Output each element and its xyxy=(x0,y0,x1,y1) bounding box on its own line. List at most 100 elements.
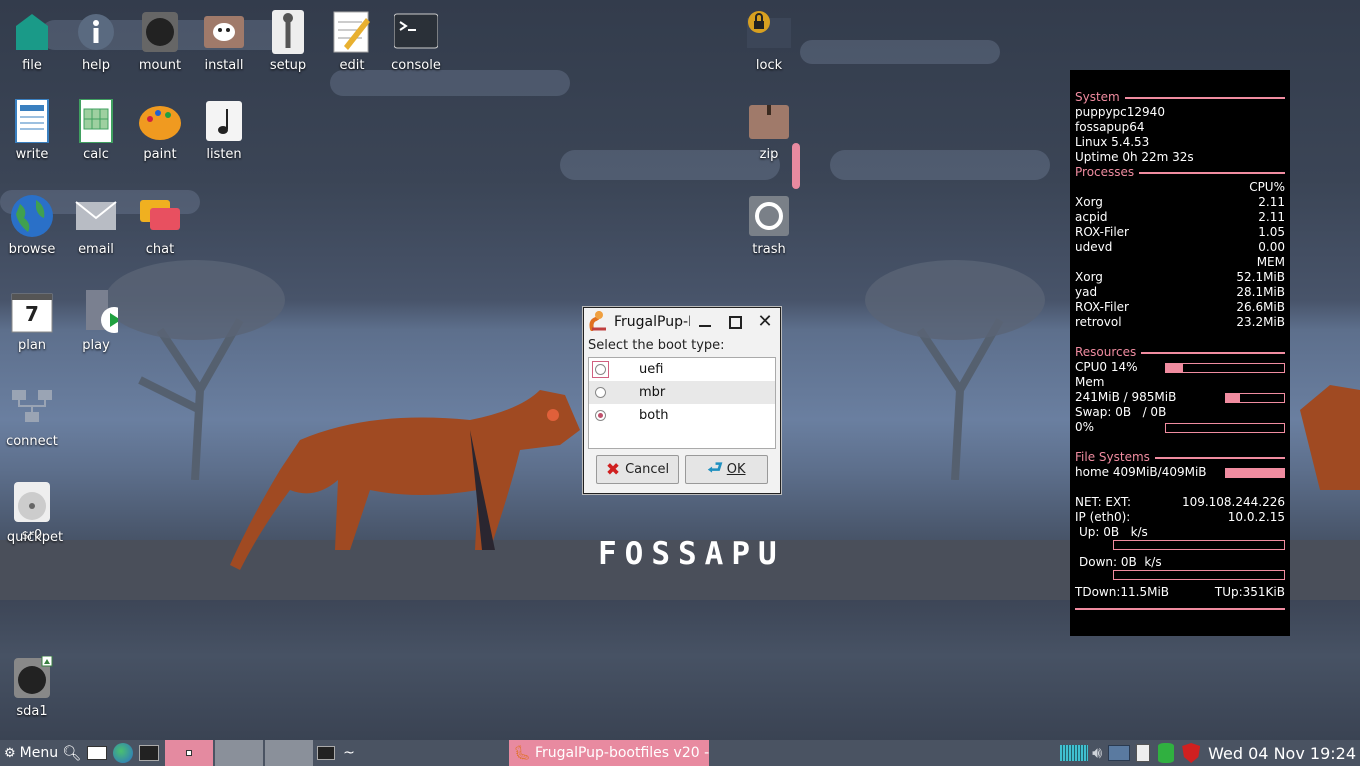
fossa-painting xyxy=(230,390,580,570)
globe-icon xyxy=(10,194,54,238)
desktop-icon-calc[interactable]: calc xyxy=(64,98,128,162)
minimize-button[interactable] xyxy=(690,310,720,334)
frugalpup-dialog: FrugalPup-I ✕ Select the boot type: uefi… xyxy=(583,307,781,494)
storage-tray[interactable] xyxy=(1158,740,1175,766)
search-launcher[interactable]: 🔍︎ xyxy=(62,740,81,766)
close-button[interactable]: ✕ xyxy=(750,310,780,334)
calendar-icon: 7 xyxy=(10,290,54,334)
option-both[interactable]: both xyxy=(589,404,775,427)
workspace-2[interactable] xyxy=(215,740,264,766)
menu-label: Menu xyxy=(19,745,59,761)
desktop-icon-label: play xyxy=(82,338,110,353)
clock[interactable]: Wed 04 Nov 19:24 xyxy=(1208,740,1356,766)
chat-bubbles-icon xyxy=(138,194,182,238)
desktop-icon-edit[interactable]: edit xyxy=(320,10,384,73)
desktop-icon-label: browse xyxy=(8,242,56,257)
conky-mem-column: MEM xyxy=(1256,255,1285,269)
ok-button[interactable]: ⮐ OK xyxy=(685,455,768,484)
conky-hostname: puppypc12940 xyxy=(1075,105,1165,119)
option-label: mbr xyxy=(639,385,666,400)
cpu-graph-tray[interactable] xyxy=(1060,740,1089,766)
firewall-tray[interactable] xyxy=(1182,740,1201,766)
drive-icon xyxy=(138,10,182,54)
desktop-icon-console[interactable]: console xyxy=(384,10,448,73)
desktop-icon-label: email xyxy=(78,242,114,257)
palette-icon xyxy=(138,99,182,143)
up-bar xyxy=(1113,540,1285,550)
desktop-icon-plan[interactable]: 7 plan xyxy=(0,290,64,353)
desktop-icon-help[interactable]: help xyxy=(64,10,128,73)
film-play-icon xyxy=(74,290,127,334)
workspace-1[interactable] xyxy=(165,740,214,766)
swap-bar xyxy=(1165,422,1285,433)
volume-tray[interactable]: 🔊︎ xyxy=(1092,740,1102,766)
desktop-icon-mount[interactable]: mount xyxy=(128,10,192,73)
desktop-icon-sda1[interactable]: sda1 xyxy=(0,655,64,719)
wallpaper-logo: FOSSAPU xyxy=(598,536,785,572)
desktop-icon-write[interactable]: write xyxy=(0,98,64,162)
conky-ip-label: IP (eth0): xyxy=(1075,510,1131,524)
archive-bag-icon xyxy=(747,99,791,143)
workspace-3[interactable] xyxy=(265,740,314,766)
clipboard-tray[interactable] xyxy=(1136,740,1151,766)
desktop-icon-label: lock xyxy=(755,58,783,73)
network-icon xyxy=(10,386,54,430)
option-label: uefi xyxy=(639,362,664,377)
option-mbr[interactable]: mbr xyxy=(589,381,775,404)
radio-uefi[interactable] xyxy=(595,364,606,375)
home-fs-bar-fill xyxy=(1226,468,1284,477)
worm-icon xyxy=(589,311,606,331)
desktop-icon-setup[interactable]: setup xyxy=(256,10,320,73)
desktop-icon-listen[interactable]: listen xyxy=(192,99,256,162)
desktop-icon-quickpet[interactable]: quickpet xyxy=(3,484,67,545)
conky-process-row: yad 28.1MiB xyxy=(1075,285,1285,299)
desktop-icon-label: install xyxy=(204,58,244,73)
menu-icon: ⚙ xyxy=(4,745,16,761)
desktop-icon-label: sda1 xyxy=(16,704,48,719)
desktop-icon-trash[interactable]: trash xyxy=(737,194,801,257)
browser-launcher[interactable] xyxy=(113,740,134,766)
dialog-titlebar[interactable]: FrugalPup-I ✕ xyxy=(584,308,780,336)
terminal-icon xyxy=(317,746,336,760)
workspace-pager[interactable] xyxy=(165,740,314,766)
files-launcher[interactable] xyxy=(87,740,108,766)
conky-tdown: TDown:11.5MiB xyxy=(1075,585,1170,599)
desktop-icon-zip[interactable]: zip xyxy=(737,99,801,162)
desktop-icon-chat[interactable]: chat xyxy=(128,194,192,257)
task-terminal[interactable]: ~ xyxy=(313,740,509,766)
desktop-icon-connect[interactable]: connect xyxy=(0,386,64,449)
network-tray[interactable] xyxy=(1108,740,1131,766)
terminal-launcher[interactable] xyxy=(139,740,160,766)
conky-ip: 10.0.2.15 xyxy=(1227,510,1285,524)
desktop-icon-email[interactable]: email xyxy=(64,194,128,257)
desktop-icon-play[interactable]: play xyxy=(64,290,128,353)
cancel-button[interactable]: ✖ Cancel xyxy=(596,455,679,484)
mem-bar-fill xyxy=(1226,393,1240,402)
task-frugalpup[interactable]: 🐛︎ FrugalPup-bootfiles v20 - I xyxy=(509,740,710,766)
desktop-icon-paint[interactable]: paint xyxy=(128,99,192,162)
desktop-icon-label: quickpet xyxy=(6,530,64,545)
window-dot-icon xyxy=(186,750,193,756)
conky-section-processes: Processes xyxy=(1075,165,1285,180)
desktop-icon-label: plan xyxy=(17,338,47,353)
conky-process-row: udevd 0.00 xyxy=(1075,240,1285,254)
conky-mem-value: 241MiB / 985MiB xyxy=(1075,390,1177,404)
radio-both[interactable] xyxy=(595,410,606,421)
task-label: ~ xyxy=(343,745,355,761)
conky-uptime: Uptime 0h 22m 32s xyxy=(1075,150,1194,164)
menu-button[interactable]: ⚙ Menu xyxy=(0,740,58,766)
desktop-icon-browse[interactable]: browse xyxy=(0,194,64,257)
desktop-icon-file[interactable]: file xyxy=(0,10,64,73)
conky-process-row: acpid 2.11 xyxy=(1075,210,1285,224)
maximize-button[interactable] xyxy=(720,310,750,334)
desktop-icon-label: mount xyxy=(138,58,182,73)
conky-home-fs: home 409MiB/409MiB xyxy=(1075,465,1207,479)
radio-mbr[interactable] xyxy=(595,387,606,398)
option-uefi[interactable]: uefi xyxy=(589,358,775,381)
desktop-icon-label: file xyxy=(22,58,42,73)
option-label: both xyxy=(639,408,669,423)
conky-process-row: ROX-Filer 26.6MiB xyxy=(1075,300,1285,314)
desktop-icon-install[interactable]: install xyxy=(192,10,256,73)
info-icon xyxy=(74,10,118,54)
desktop-icon-lock[interactable]: lock xyxy=(737,10,801,73)
